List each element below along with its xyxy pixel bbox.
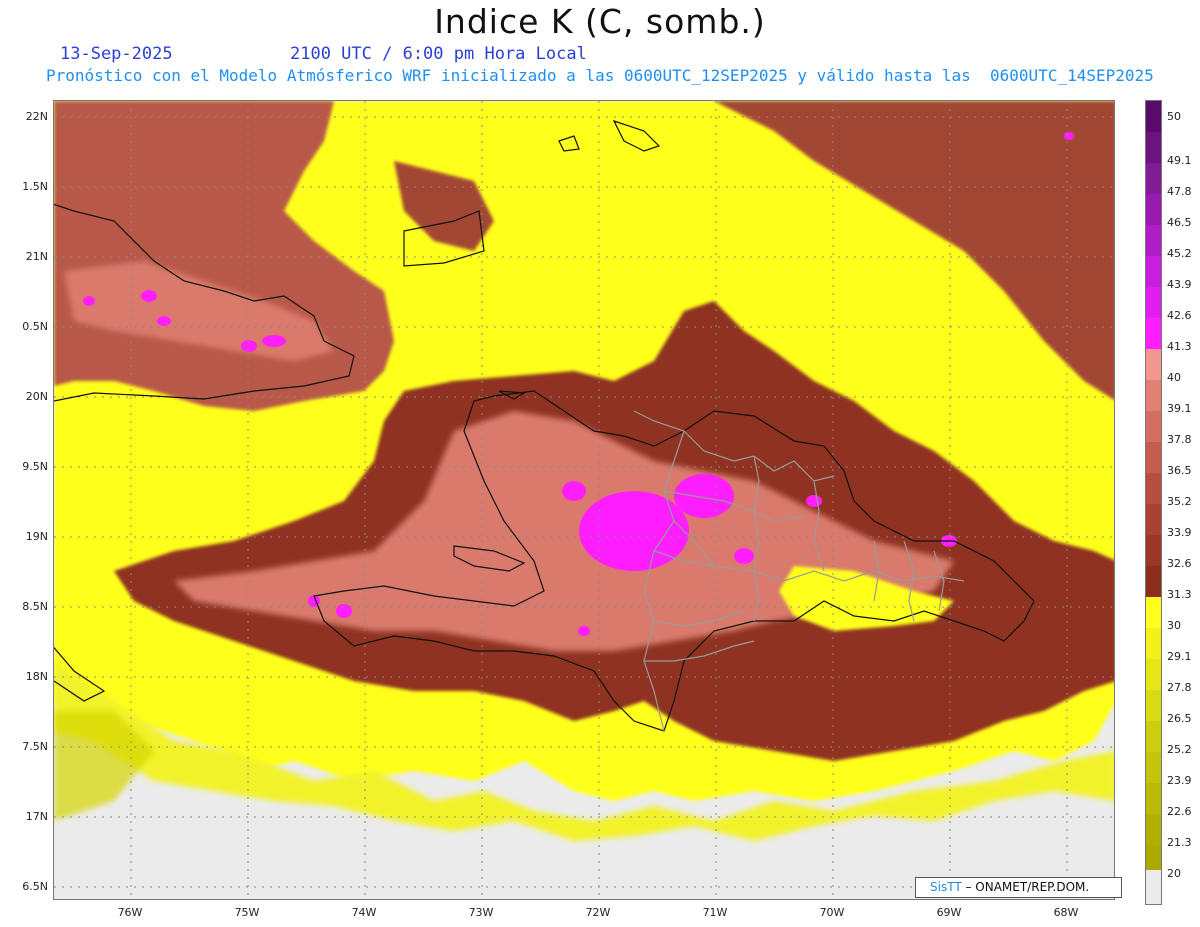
lon-label: 68W — [1053, 906, 1079, 919]
sistt-logo: SisTT — [930, 880, 962, 894]
lat-label: 8.5N — [22, 600, 48, 613]
lat-label: 17N — [25, 810, 48, 823]
colorbar-label: 49.1 — [1167, 154, 1192, 167]
lat-label: 9.5N — [22, 460, 48, 473]
lat-label: 7.5N — [22, 740, 48, 753]
colorbar-label: 27.8 — [1167, 681, 1192, 694]
lat-label: 0.5N — [22, 320, 48, 333]
colorbar-label: 22.6 — [1167, 805, 1192, 818]
colorbar-label: 42.6 — [1167, 309, 1192, 322]
colorbar-label: 26.5 — [1167, 712, 1192, 725]
map-title: Indice K (C, somb.) — [434, 2, 766, 41]
colorbar-label: 50 — [1167, 110, 1181, 123]
colorbar-label: 23.9 — [1167, 774, 1192, 787]
k-index-map — [53, 100, 1115, 900]
lat-label: 19N — [25, 530, 48, 543]
colorbar-label: 35.2 — [1167, 495, 1192, 508]
lon-label: 76W — [117, 906, 143, 919]
model-description: Pronóstico con el Modelo Atmósferico WRF… — [46, 66, 1154, 85]
colorbar-label: 36.5 — [1167, 464, 1192, 477]
colorbar — [1145, 100, 1162, 905]
lon-label: 71W — [702, 906, 728, 919]
colorbar-label: 33.9 — [1167, 526, 1192, 539]
lat-label: 18N — [25, 670, 48, 683]
lat-label: 20N — [25, 390, 48, 403]
colorbar-label: 45.2 — [1167, 247, 1192, 260]
colorbar-label: 37.8 — [1167, 433, 1192, 446]
lat-label: 21N — [25, 250, 48, 263]
colorbar-label: 25.2 — [1167, 743, 1192, 756]
colorbar-label: 39.1 — [1167, 402, 1192, 415]
colorbar-label: 31.3 — [1167, 588, 1192, 601]
colorbar-label: 46.5 — [1167, 216, 1192, 229]
colorbar-label: 40 — [1167, 371, 1181, 384]
credit-text: – ONAMET/REP.DOM. — [961, 880, 1090, 894]
colorbar-label: 20 — [1167, 867, 1181, 880]
colorbar-label: 41.3 — [1167, 340, 1192, 353]
lon-label: 75W — [234, 906, 260, 919]
lat-label: 6.5N — [22, 880, 48, 893]
colorbar-label: 29.1 — [1167, 650, 1192, 663]
lon-label: 70W — [819, 906, 845, 919]
credit-box: SisTT – ONAMET/REP.DOM. — [915, 877, 1122, 898]
lat-label: 22N — [25, 110, 48, 123]
lon-label: 69W — [936, 906, 962, 919]
lon-label: 73W — [468, 906, 494, 919]
forecast-time: 2100 UTC / 6:00 pm Hora Local — [290, 44, 587, 64]
lon-label: 74W — [351, 906, 377, 919]
colorbar-label: 21.3 — [1167, 836, 1192, 849]
lat-label: 1.5N — [22, 180, 48, 193]
lon-label: 72W — [585, 906, 611, 919]
map-canvas — [54, 101, 1114, 899]
colorbar-swatches — [1146, 101, 1161, 904]
colorbar-label: 30 — [1167, 619, 1181, 632]
colorbar-label: 32.6 — [1167, 557, 1192, 570]
forecast-date: 13-Sep-2025 — [60, 44, 173, 64]
colorbar-label: 43.9 — [1167, 278, 1192, 291]
colorbar-label: 47.8 — [1167, 185, 1192, 198]
